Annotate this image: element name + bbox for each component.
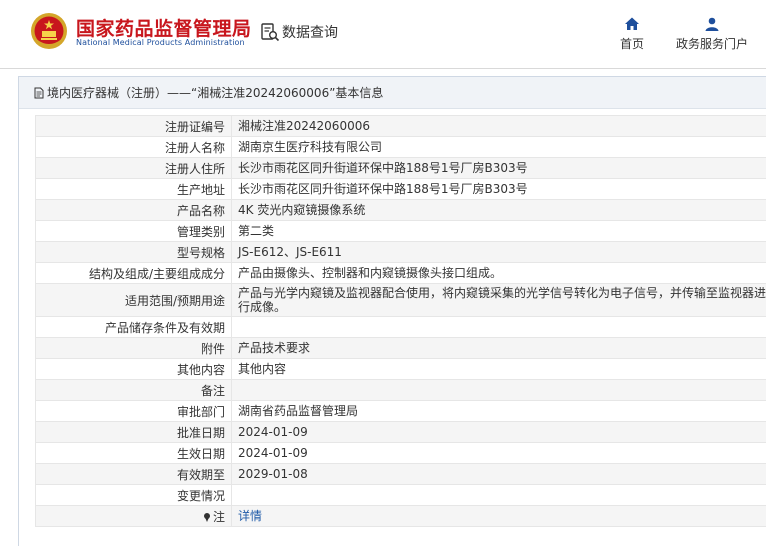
field-label: 生效日期 [35,442,232,464]
header-divider [0,68,766,69]
table-row: 审批部门 湖南省药品监督管理局 [35,400,766,422]
data-query-link[interactable]: 数据查询 [260,20,338,44]
table-row: 产品名称 4K 荧光内窥镜摄像系统 [35,199,766,221]
nav-home-button[interactable]: 首页 [620,16,644,52]
field-value: 2024-01-09 [231,442,766,464]
field-label: 变更情况 [35,484,232,506]
device-info-table: 注册证编号 湘械注准20242060006 注册人名称 湖南京生医疗科技有限公司… [35,115,766,527]
brand-title[interactable]: 国家药品监督管理局 [76,14,252,41]
field-value: 产品技术要求 [231,337,766,359]
field-label: 其他内容 [35,358,232,380]
note-label-cell: 注 [35,505,232,527]
field-value: 第二类 [231,220,766,242]
user-icon [705,17,719,31]
table-row: 注 详情 [35,505,766,527]
table-row: 有效期至 2029-01-08 [35,463,766,485]
field-value: 4K 荧光内窥镜摄像系统 [231,199,766,221]
field-value [231,484,766,506]
field-label: 审批部门 [35,400,232,422]
field-label: 适用范围/预期用途 [35,283,232,317]
table-row: 注册证编号 湘械注准20242060006 [35,115,766,137]
brand-subtitle[interactable]: National Medical Products Administration [76,38,245,47]
field-value [231,316,766,338]
data-query-label: 数据查询 [282,25,338,41]
breadcrumb-text: 境内医疗器械（注册）——“湘械注准20242060006”基本信息 [47,86,384,100]
table-row: 适用范围/预期用途 产品与光学内窥镜及监视器配合使用，将内窥镜采集的光学信号转化… [35,283,766,317]
field-value: 长沙市雨花区同升街道环保中路188号1号厂房B303号 [231,157,766,179]
field-label: 产品名称 [35,199,232,221]
document-search-icon [261,23,280,42]
breadcrumb: 境内医疗器械（注册）——“湘械注准20242060006”基本信息 [19,77,766,109]
field-label: 注册人住所 [35,157,232,179]
details-link[interactable]: 详情 [238,509,262,523]
table-row: 产品储存条件及有效期 [35,316,766,338]
pin-icon [203,512,210,522]
field-value: 2024-01-09 [231,421,766,443]
table-row: 生效日期 2024-01-09 [35,442,766,464]
table-row: 型号规格 JS-E612、JS-E611 [35,241,766,263]
field-value: 2029-01-08 [231,463,766,485]
field-label: 注 [212,509,225,524]
field-label: 有效期至 [35,463,232,485]
table-row: 变更情况 [35,484,766,506]
field-label: 批准日期 [35,421,232,443]
field-label: 产品储存条件及有效期 [35,316,232,338]
nav-gov-portal-button[interactable]: 政务服务门户 [676,16,748,52]
field-value: 其他内容 [231,358,766,380]
field-value: 产品由摄像头、控制器和内窥镜摄像头接口组成。 [231,262,766,284]
field-label: 型号规格 [35,241,232,263]
field-label: 备注 [35,379,232,401]
table-row: 附件 产品技术要求 [35,337,766,359]
field-label: 注册证编号 [35,115,232,137]
table-row: 批准日期 2024-01-09 [35,421,766,443]
field-value: 长沙市雨花区同升街道环保中路188号1号厂房B303号 [231,178,766,200]
site-header: 国家药品监督管理局 National Medical Products Admi… [0,0,766,68]
document-icon [34,87,44,98]
note-value-cell: 详情 [231,505,766,527]
field-value: 湖南省药品监督管理局 [231,400,766,422]
nav-home-label: 首页 [620,37,645,51]
field-value: JS-E612、JS-E611 [231,241,766,263]
detail-panel: 境内医疗器械（注册）——“湘械注准20242060006”基本信息 注册证编号 … [18,76,766,546]
national-emblem-icon [31,13,67,49]
table-row: 注册人名称 湖南京生医疗科技有限公司 [35,136,766,158]
table-row: 其他内容 其他内容 [35,358,766,380]
field-value: 湘械注准20242060006 [231,115,766,137]
field-value [231,379,766,401]
table-row: 注册人住所 长沙市雨花区同升街道环保中路188号1号厂房B303号 [35,157,766,179]
table-row: 管理类别 第二类 [35,220,766,242]
field-value: 产品与光学内窥镜及监视器配合使用，将内窥镜采集的光学信号转化为电子信号，并传输至… [231,283,766,317]
table-row: 结构及组成/主要组成成分 产品由摄像头、控制器和内窥镜摄像头接口组成。 [35,262,766,284]
field-label: 结构及组成/主要组成成分 [35,262,232,284]
home-icon [625,17,639,30]
table-row: 备注 [35,379,766,401]
field-label: 生产地址 [35,178,232,200]
field-label: 注册人名称 [35,136,232,158]
field-label: 附件 [35,337,232,359]
field-label: 管理类别 [35,220,232,242]
table-row: 生产地址 长沙市雨花区同升街道环保中路188号1号厂房B303号 [35,178,766,200]
nav-gov-portal-label: 政务服务门户 [676,37,749,51]
field-value: 湖南京生医疗科技有限公司 [231,136,766,158]
